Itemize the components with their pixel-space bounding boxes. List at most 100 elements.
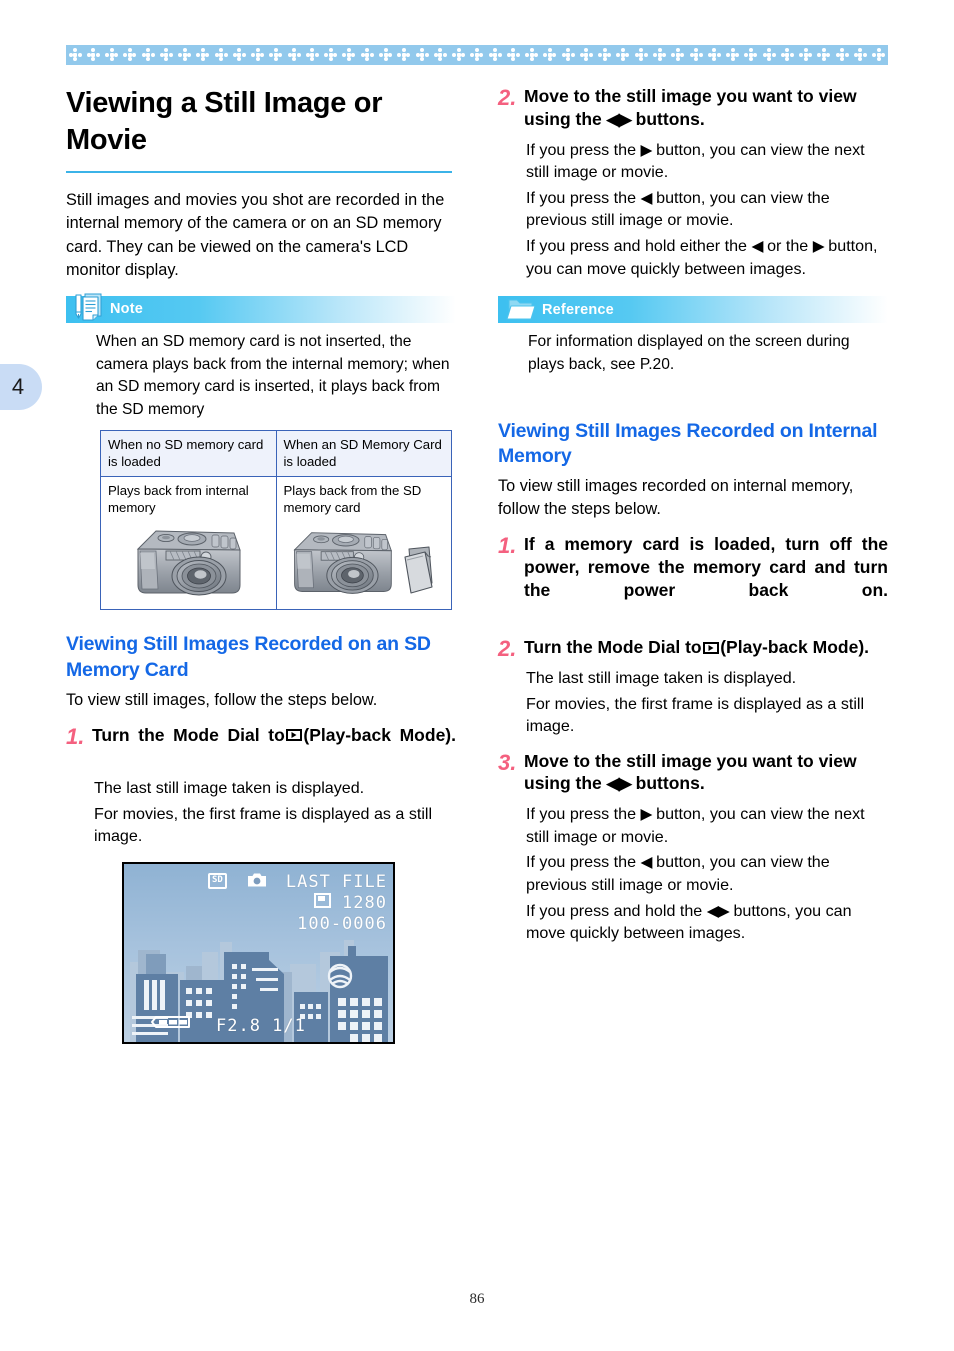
battery-full-icon [150,1014,192,1034]
header-motif [139,45,157,65]
header-motif [249,45,267,65]
right-arrow-icon: ▶ [640,141,653,159]
step-number: 3. [498,749,517,775]
step-number: 1. [66,723,85,749]
page-title: Viewing a Still Image or Movie [66,87,383,157]
header-motif [596,45,614,65]
header-motif [577,45,595,65]
camera-illustration [108,521,269,605]
header-motif [541,45,559,65]
header-motif [687,45,705,65]
reference-box: Reference For information displayed on t… [498,296,888,377]
header-motif [760,45,778,65]
header-motif [724,45,742,65]
note-pencil-document-icon [72,292,106,324]
header-motif [267,45,285,65]
detail-text: If you press and hold either the [526,236,747,255]
step-detail: If you press the ▶ button, you can view … [524,139,888,280]
header-motif [486,45,504,65]
left-right-arrow-buttons-icon: ◀▶ [706,902,730,920]
header-motif [303,45,321,65]
header-motif [413,45,431,65]
header-motif [431,45,449,65]
table-cell-internal-memory: Plays back from internal memory [100,475,277,611]
step-detail-line: For movies, the first frame is displayed… [526,694,865,736]
reference-box-header: Reference [498,296,888,324]
lcd-file-number: 100-0006 [297,913,387,934]
step-detail-line: If you press and hold either the ◀ or th… [526,235,888,280]
step-detail: If you press the ▶ button, you can view … [524,803,888,944]
table-header-cell-with-sd: When an SD Memory Card is loaded [275,429,452,477]
note-box-label: Note [110,301,144,318]
header-motif [651,45,669,65]
step-title: Move to the still image you want to view… [524,85,888,131]
step-detail: The last still image taken is displayed.… [92,777,456,848]
header-motif [103,45,121,65]
step-detail-line: For movies, the first frame is displayed… [94,804,433,846]
table-cell-text: Plays back from internal memory [108,482,249,516]
step-detail-line: The last still image taken is displayed. [526,669,797,688]
decorative-header-band [66,45,888,65]
header-motif [84,45,102,65]
section-title-internal-memory: Viewing Still Images Recorded on Interna… [498,419,878,468]
header-motif [742,45,760,65]
header-motif [870,45,888,65]
detail-text: If you press the [526,188,637,207]
header-motif [450,45,468,65]
left-right-arrow-buttons-icon: ◀▶ [606,774,632,794]
step-title: Move to the still image you want to view… [524,750,888,796]
detail-text: If you press the [526,805,637,824]
step-title-text-after: (Play-back Mode). [720,637,870,658]
step-title-text-after: (Play-back Mode). [303,724,456,745]
title-divider [66,171,452,174]
header-motif [121,45,139,65]
step-title-text-before: Turn the Mode Dial to [524,637,702,658]
step-number: 2. [498,85,517,110]
header-motif [285,45,303,65]
header-motif [194,45,212,65]
header-motif [395,45,413,65]
step-number: 1. [498,533,517,559]
detail-text: If you press the [526,853,637,872]
step-3-internal: 3. Move to the still image you want to v… [498,750,888,945]
header-motif [797,45,815,65]
table-cell-sd-memory: Plays back from the SD memory card [275,475,452,611]
lcd-exposure-info: F2.8 1/1 [216,1015,306,1036]
right-arrow-icon: ▶ [640,806,653,824]
reference-box-label: Reference [542,301,614,318]
note-box: Note When an SD memory card is not inser… [66,293,456,611]
step-title-text-before: Turn the Mode Dial to [92,724,285,745]
table-cell-text: Plays back from the SD memory card [283,482,422,516]
section-intro-sd-card: To view still images, follow the steps b… [66,690,378,709]
header-motif [504,45,522,65]
left-arrow-icon: ◀ [640,854,653,872]
note-box-body: When an SD memory card is not inserted, … [66,323,456,611]
lcd-last-file-label: LAST FILE [285,871,387,892]
sd-card-icon [404,546,433,594]
step-1-sd: 1. Turn the Mode Dial to (Play-back Mode)… [66,724,456,848]
lcd-resolution: 1280 [313,892,387,913]
step-title-text-after: buttons. [635,773,705,794]
header-motif [669,45,687,65]
header-motif [176,45,194,65]
header-motif [705,45,723,65]
step-detail: The last still image taken is displayed.… [524,667,888,738]
header-motif [66,45,84,65]
still-image-camera-icon [247,872,267,892]
right-arrow-icon: ▶ [812,237,825,255]
header-motif [468,45,486,65]
left-column: Viewing a Still Image or Movie Still ima… [66,85,456,1044]
header-motif [559,45,577,65]
table-header-cell-no-sd: When no SD memory card is loaded [100,429,277,477]
step-title: Turn the Mode Dial to (Play-back Mode). [92,724,456,770]
header-motif [614,45,632,65]
section-intro-internal-memory: To view still images recorded on interna… [498,477,854,519]
lcd-playback-screenshot: SD LAST FILE 1280 100-0006 F2.8 1/1 [122,861,395,1044]
step-2-sd: 2. Move to the still image you want to v… [498,85,888,280]
reference-box-text: For information displayed on the screen … [528,333,850,373]
step-1-internal: 1. If a memory card is loaded, turn off … [498,533,888,624]
header-motif [230,45,248,65]
step-title: If a memory card is loaded, turn off the… [524,534,888,600]
playback-mode-dial-icon [702,641,720,654]
step-detail-line: If you press the ◀ button, you can view … [526,851,888,896]
